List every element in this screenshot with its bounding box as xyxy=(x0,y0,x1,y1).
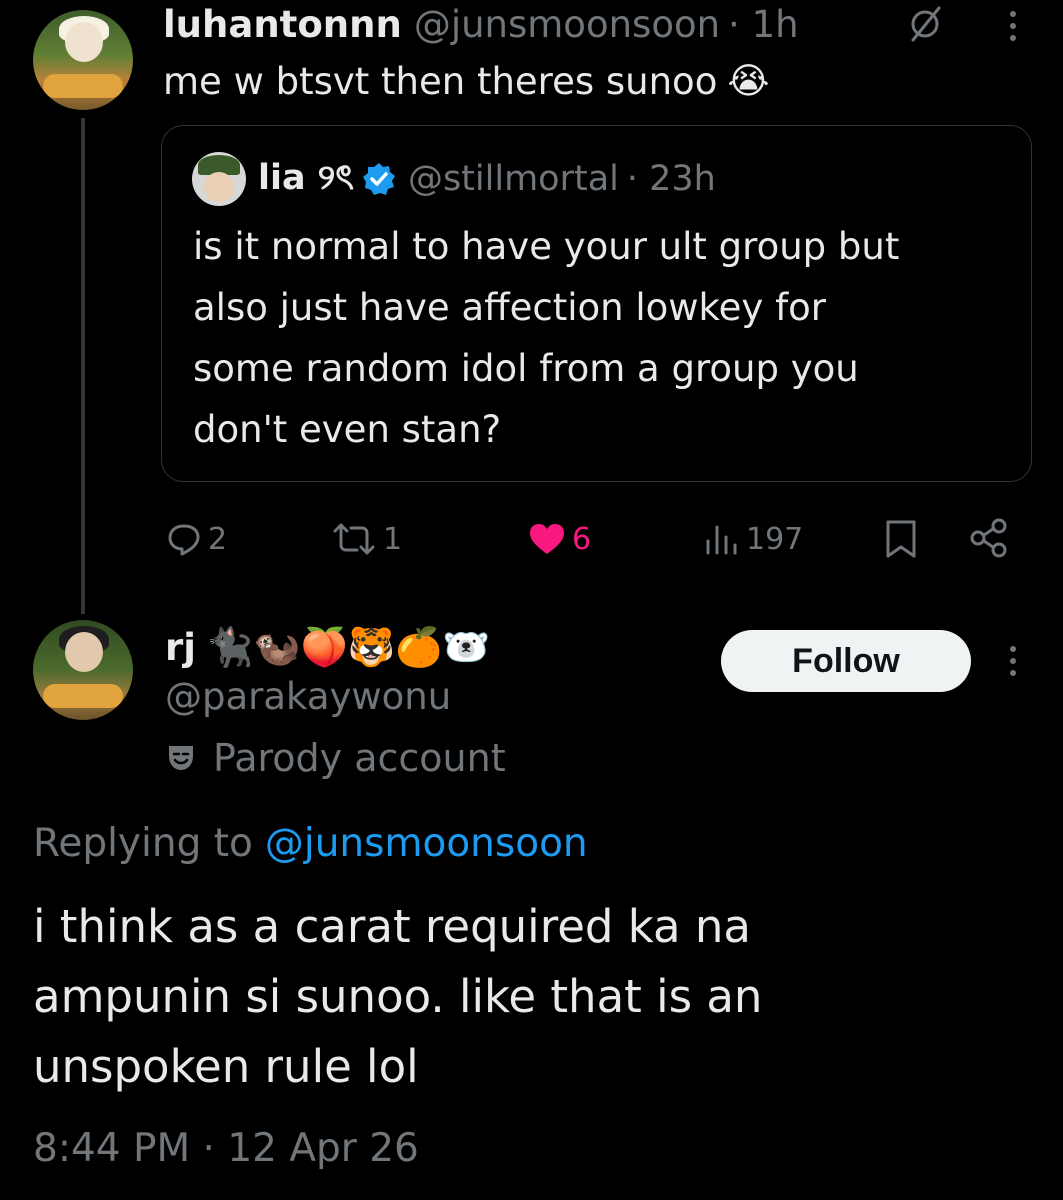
reply-button[interactable]: 2 xyxy=(166,517,227,561)
repost-icon xyxy=(333,523,375,555)
reply-handle[interactable]: @parakaywonu xyxy=(165,672,451,722)
thread-line xyxy=(81,118,85,614)
heart-icon xyxy=(530,524,564,554)
parent-handle[interactable]: @junsmoonsoon xyxy=(414,3,720,46)
avatar-food xyxy=(43,684,123,708)
quoted-handle: @stillmortal xyxy=(407,159,619,199)
quoted-time: · 23h xyxy=(626,159,716,199)
follow-button[interactable]: Follow xyxy=(721,630,971,692)
parent-display-name[interactable]: luhantonnn xyxy=(163,3,402,46)
reply-count: 2 xyxy=(208,521,228,557)
replying-to: Replying to @junsmoonsoon xyxy=(33,815,588,871)
parent-tweet-header: luhantonnn @junsmoonsoon · 1h xyxy=(163,0,799,48)
replying-handle-link[interactable]: @junsmoonsoon xyxy=(265,821,588,866)
parent-avatar[interactable] xyxy=(33,10,133,110)
replying-prefix: Replying to xyxy=(33,820,253,866)
parent-text: me w btsvt then theres sunoo xyxy=(163,59,718,103)
quoted-text-line: don't even stan? xyxy=(193,408,502,451)
more-options-icon[interactable] xyxy=(1005,6,1021,50)
like-count: 6 xyxy=(572,521,592,557)
avatar-face xyxy=(204,172,234,202)
grok-icon[interactable] xyxy=(905,4,945,48)
reply-name-emojis: 🐈‍⬛🦦🍑🐯🍊🐻‍❄️ xyxy=(205,624,490,669)
parody-text: Parody account xyxy=(213,736,506,780)
tweet-timestamp[interactable]: 8:44 PM · 12 Apr 26 xyxy=(33,1122,419,1176)
views-count: 197 xyxy=(746,521,804,557)
views-button[interactable]: 197 xyxy=(704,517,803,561)
verified-badge-icon xyxy=(362,162,396,196)
reply-icon xyxy=(168,524,200,556)
quoted-tweet-header: lia ୨ৎ @stillmortal · 23h xyxy=(258,154,716,204)
reply-display-name[interactable]: rj xyxy=(165,626,196,669)
quoted-avatar xyxy=(192,152,246,206)
parody-label: Parody account xyxy=(165,732,506,784)
crying-emoji: 😭 xyxy=(727,60,770,102)
like-button[interactable]: 6 xyxy=(528,517,591,561)
avatar-face xyxy=(65,632,103,672)
avatar-food xyxy=(43,74,123,98)
quoted-tweet-text: is it normal to have your ult group but … xyxy=(193,216,899,460)
parody-mask-icon xyxy=(165,742,197,774)
bookmark-icon[interactable] xyxy=(884,519,918,563)
share-icon[interactable] xyxy=(968,517,1010,563)
repost-button[interactable]: 1 xyxy=(331,517,402,561)
quoted-text-line: some random idol from a group you xyxy=(193,347,859,390)
parent-time[interactable]: · 1h xyxy=(728,3,799,46)
reply-text-line: i think as a carat required ka na xyxy=(33,900,752,953)
reply-avatar[interactable] xyxy=(33,620,133,720)
repost-count: 1 xyxy=(383,521,403,557)
more-options-icon[interactable] xyxy=(1005,641,1021,685)
reply-text-line: ampunin si sunoo. like that is an xyxy=(33,970,763,1023)
reply-tweet-text: i think as a carat required ka na ampuni… xyxy=(33,892,762,1102)
reply-tweet-header: rj 🐈‍⬛🦦🍑🐯🍊🐻‍❄️ xyxy=(165,620,490,674)
avatar-face xyxy=(65,22,103,62)
parent-tweet-text: me w btsvt then theres sunoo 😭 xyxy=(163,56,769,106)
quoted-display-name: lia ୨ৎ xyxy=(258,157,354,198)
reply-text-line: unspoken rule lol xyxy=(33,1040,419,1093)
views-icon xyxy=(706,525,737,555)
quoted-text-line: also just have affection lowkey for xyxy=(193,286,826,329)
quoted-text-line: is it normal to have your ult group but xyxy=(193,225,900,268)
